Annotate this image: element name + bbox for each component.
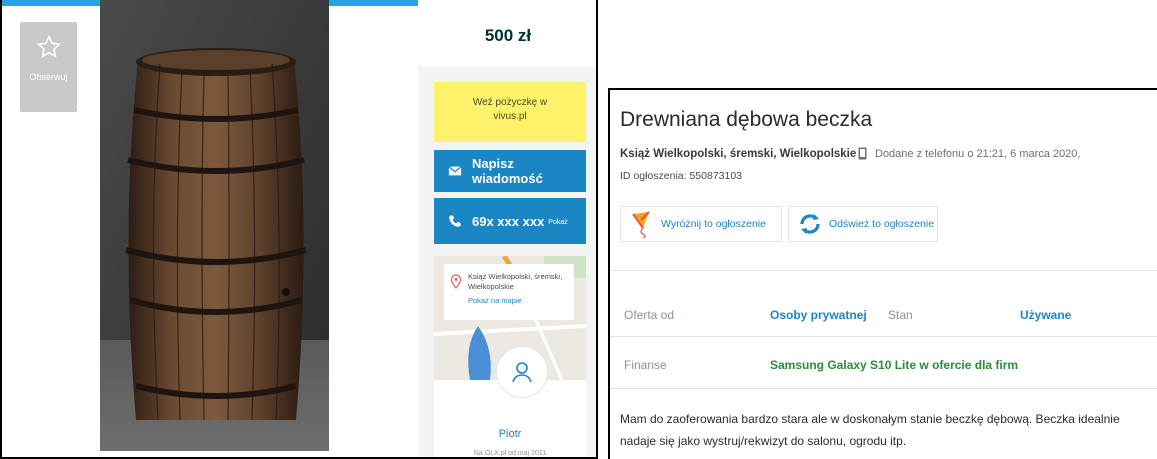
section-divider (610, 270, 1157, 271)
show-phone-label[interactable]: Pokaż (548, 219, 567, 226)
state-label: Stan (888, 308, 913, 322)
seller-card: Piotr Na OLX.pl od maj 2011 (434, 346, 586, 457)
added-info: Dodane z telefonu o 21:21, 6 marca 2020, (858, 147, 1080, 160)
loan-line-1: Weź pożyczkę w (472, 97, 548, 108)
seller-since: Na OLX.pl od maj 2011 (473, 450, 547, 457)
star-icon (36, 34, 61, 58)
promote-listing-label: Wyróżnij to ogłoszenie (661, 218, 766, 230)
envelope-icon (448, 166, 462, 176)
listing-id: ID ogłoszenia: 550873103 (620, 170, 743, 182)
offer-from-label: Oferta od (624, 308, 675, 322)
show-on-map-link[interactable]: Pokaż na mapie (468, 296, 568, 306)
barrel-image (100, 0, 329, 451)
map-location-line-2: Wielkopolskie (468, 282, 514, 291)
added-date: Dodane z telefonu o 21:21, 6 marca 2020, (875, 147, 1081, 160)
loan-ad-button[interactable]: Weź pożyczkę w vivus.pl (434, 82, 586, 142)
phone-number: 69x xxx xxx (472, 213, 545, 229)
finance-label: Finanse (624, 358, 667, 372)
contact-sidebar: 500 zł Weź pożyczkę w vivus.pl Napisz wi… (418, 0, 596, 457)
user-icon (512, 362, 532, 383)
finance-value[interactable]: Samsung Galaxy S10 Lite w ofercie dla fi… (770, 358, 1018, 372)
listing-details-panel: Drewniana dębowa beczka Książ Wielkopols… (608, 88, 1157, 459)
refresh-listing-button[interactable]: Odśwież to ogłoszenie (788, 206, 938, 242)
state-value[interactable]: Używane (1020, 308, 1071, 322)
observe-label: Obserwuj (29, 72, 68, 82)
promote-listing-button[interactable]: Wyróżnij to ogłoszenie (620, 206, 782, 242)
listing-location: Książ Wielkopolski, śremski, Wielkopolsk… (620, 148, 857, 160)
photo-gallery[interactable]: Obserwuj (4, 0, 412, 457)
send-message-label: Napisz wiadomość (472, 156, 543, 186)
seller-name[interactable]: Piotr (434, 428, 586, 440)
avatar[interactable] (496, 346, 548, 398)
loan-line-2: vivus.pl (493, 111, 527, 122)
barrel-photo[interactable] (100, 0, 329, 451)
send-message-button[interactable]: Napisz wiadomość (434, 150, 586, 192)
show-phone-button[interactable]: 69x xxx xxx Pokaż (434, 198, 586, 244)
map-location-line-1: Książ Wielkopolski, śremski, (468, 272, 563, 281)
listing-description: Mam do zaoferowania bardzo stara ale w d… (620, 412, 1120, 448)
map-location-card: Książ Wielkopolski, śremski, Wielkopolsk… (444, 264, 574, 320)
offer-from-value[interactable]: Osoby prywatnej (770, 308, 867, 322)
observe-button[interactable]: Obserwuj (20, 22, 77, 112)
refresh-listing-label: Odśwież to ogłoszenie (829, 218, 935, 230)
phone-icon (449, 215, 461, 227)
map-pin-icon (450, 274, 462, 289)
mobile-icon (858, 147, 867, 160)
price: 500 zł (418, 0, 596, 66)
refresh-icon (800, 214, 820, 234)
listing-gallery-panel: Obserwuj 500 zł Weź pożyczkę w vivus.pl … (0, 0, 598, 459)
param-divider (610, 388, 1157, 389)
param-divider (610, 336, 1157, 337)
listing-title: Drewniana dębowa beczka (620, 108, 873, 131)
kite-icon (632, 211, 650, 238)
